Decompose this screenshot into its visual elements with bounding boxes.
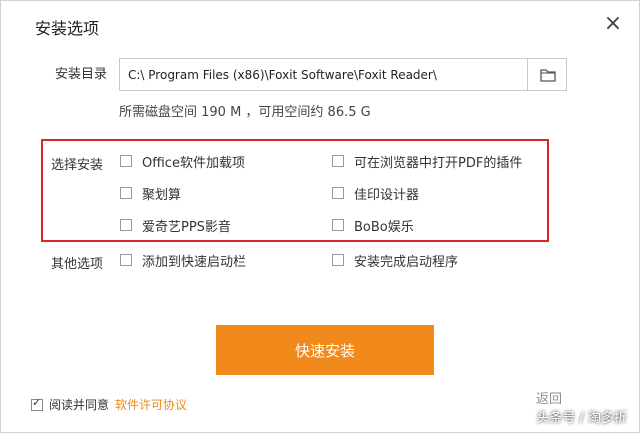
agreement-text: 阅读并同意 [49,398,110,412]
folder-icon [540,69,556,82]
checkbox[interactable] [332,187,344,199]
option-label: BoBo娱乐 [354,219,414,235]
option-label: 添加到快速启动栏 [142,254,247,270]
checkbox[interactable] [120,254,132,266]
option-jiayin-designer[interactable]: 佳印设计器 [332,184,420,203]
other-options-label: 其他选项 [51,257,104,272]
option-iqiyi-pps[interactable]: 爱奇艺PPS影音 [120,216,231,235]
checkbox[interactable] [332,219,344,231]
close-button[interactable]: × [600,11,626,37]
option-launch-after-install[interactable]: 安装完成启动程序 [332,251,459,270]
browse-folder-button[interactable] [527,59,566,90]
agreement-checkbox[interactable] [31,396,43,411]
option-browser-pdf-plugin[interactable]: 可在浏览器中打开PDF的插件 [332,152,523,171]
dialog-title: 安装选项 [35,19,100,38]
checkbox[interactable] [332,254,344,266]
option-label: 可在浏览器中打开PDF的插件 [354,155,523,171]
select-install-label: 选择安装 [51,158,104,173]
agreement-row: 阅读并同意 软件许可协议 [31,396,187,413]
watermark-partial: 返回 [536,392,563,407]
option-label: 爱奇艺PPS影音 [142,219,231,235]
install-dir-label: 安装目录 [55,67,108,82]
option-label: 聚划算 [142,187,182,203]
install-options-dialog: 安装选项 × 安装目录 C:\ Program Files (x86)\Foxi… [0,0,640,433]
install-path-field[interactable]: C:\ Program Files (x86)\Foxit Software\F… [119,58,567,91]
checkbox[interactable] [120,155,132,167]
license-agreement-link[interactable]: 软件许可协议 [115,396,187,413]
checkbox[interactable] [120,219,132,231]
option-label: 佳印设计器 [354,187,420,203]
option-label: Office软件加载项 [142,155,245,171]
checkbox[interactable] [332,155,344,167]
watermark-text: 头条号 / 淘多折 [536,411,627,426]
quick-install-button[interactable]: 快速安装 [216,325,434,375]
option-bobo-entertainment[interactable]: BoBo娱乐 [332,216,414,235]
option-juhuasuan[interactable]: 聚划算 [120,184,182,203]
install-path-value: C:\ Program Files (x86)\Foxit Software\F… [128,68,437,82]
checkbox[interactable] [120,187,132,199]
disk-space-info: 所需磁盘空间 190 M ，可用空间约 86.5 G [119,105,371,120]
option-label: 安装完成启动程序 [354,254,459,270]
option-office-addin[interactable]: Office软件加载项 [120,152,245,171]
option-quick-launch[interactable]: 添加到快速启动栏 [120,251,247,270]
